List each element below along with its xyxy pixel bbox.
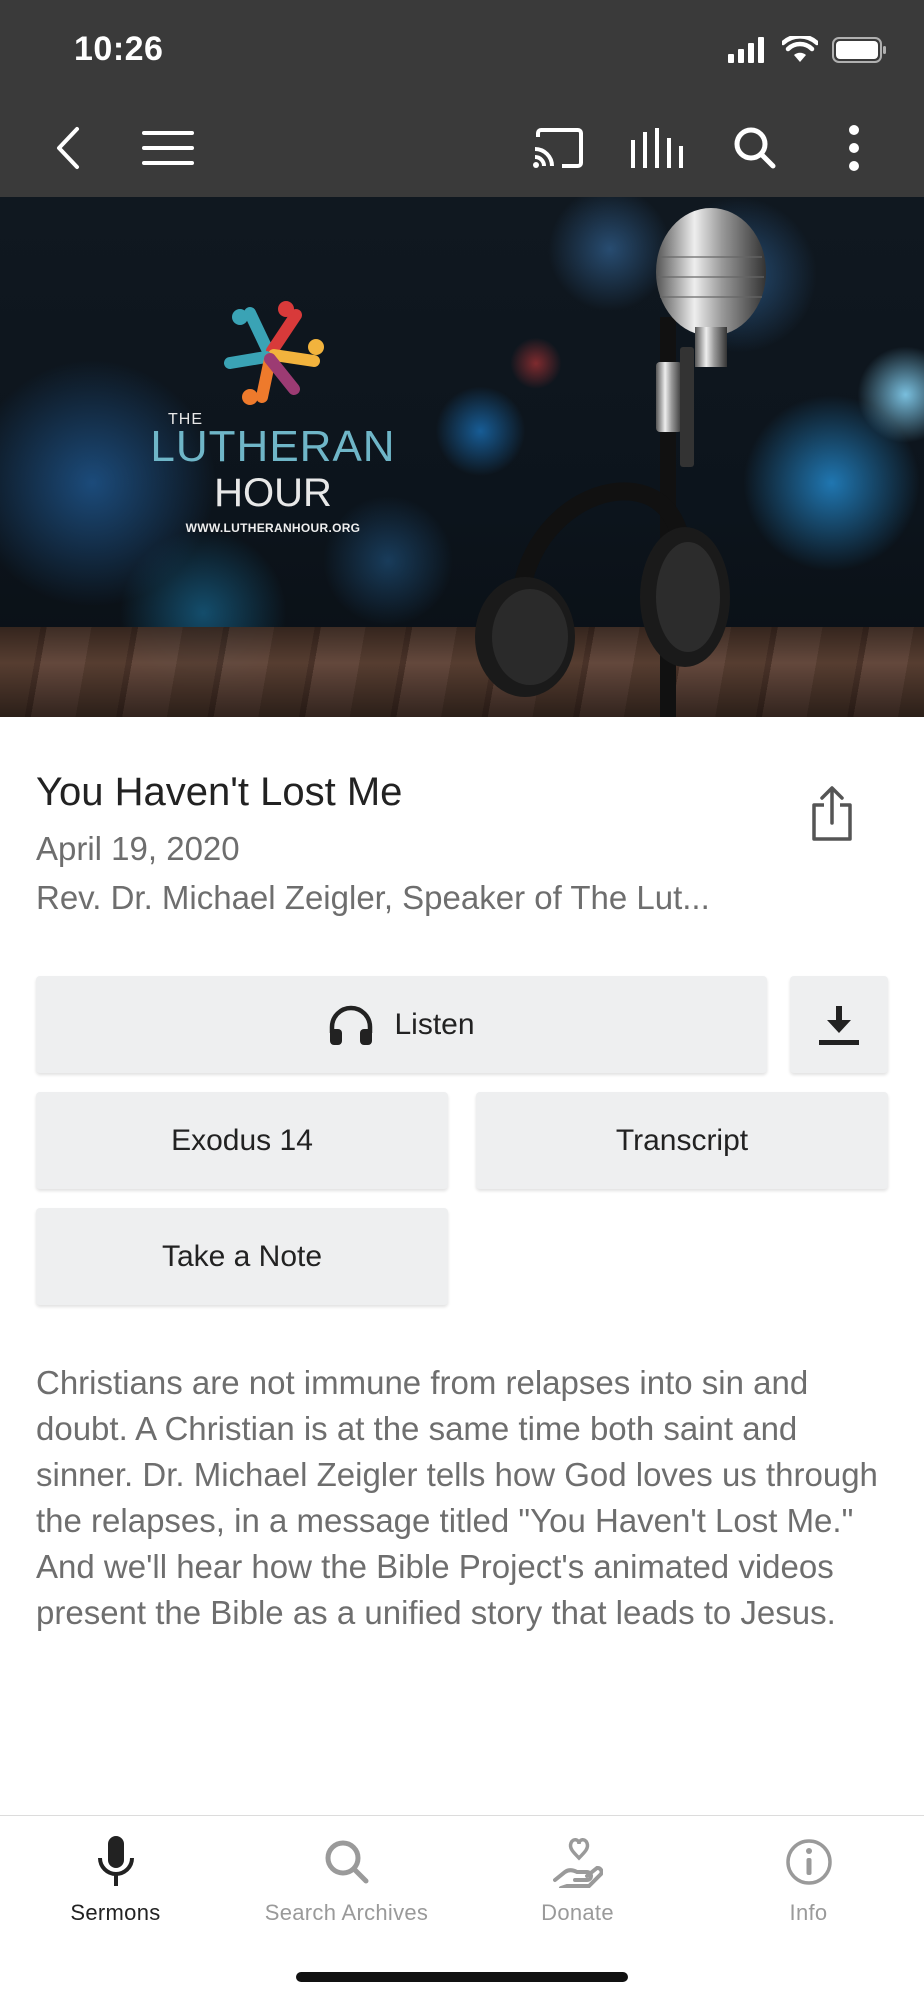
take-a-note-button[interactable]: Take a Note [36, 1208, 448, 1305]
share-icon [812, 786, 852, 841]
scripture-button[interactable]: Exodus 14 [36, 1092, 448, 1189]
status-bar: 10:26 [0, 0, 924, 100]
tab-search-archives[interactable]: Search Archives [231, 1834, 462, 1944]
back-button[interactable] [40, 120, 96, 176]
cellular-signal-icon [728, 37, 764, 63]
search-button[interactable] [727, 120, 783, 176]
download-button[interactable] [790, 976, 888, 1073]
top-toolbar [0, 100, 924, 197]
sermon-date: April 19, 2020 [36, 830, 240, 867]
tab-donate[interactable]: Donate [462, 1834, 693, 1944]
tab-search-archives-label: Search Archives [264, 1900, 429, 1925]
microphone-headphones-illustration [475, 208, 766, 717]
search-icon [325, 1840, 368, 1884]
menu-button[interactable] [140, 120, 196, 176]
tab-sermons[interactable]: Sermons [0, 1834, 231, 1944]
home-indicator[interactable] [296, 1972, 628, 1982]
headphones-icon [330, 1005, 373, 1045]
sermon-title: You Haven't Lost Me [36, 770, 403, 814]
sermon-artwork: THE LUTHERAN HOUR WWW.LUTHERANHOUR.ORG [0, 197, 924, 717]
share-button[interactable] [800, 778, 864, 850]
listen-button[interactable]: Listen [36, 976, 767, 1073]
battery-icon [832, 37, 886, 63]
tab-sermons-label: Sermons [70, 1900, 161, 1925]
search-icon [734, 127, 776, 169]
cross-people-logo-icon [224, 301, 324, 405]
scripture-label: Exodus 14 [171, 1123, 313, 1157]
info-icon [785, 1839, 832, 1885]
logo-url-text: WWW.LUTHERANHOUR.ORG [185, 521, 361, 535]
now-playing-button[interactable] [629, 120, 685, 176]
tab-donate-label: Donate [541, 1900, 614, 1925]
microphone-icon [97, 1836, 134, 1886]
listen-label: Listen [394, 1007, 475, 1041]
download-icon [819, 1005, 859, 1045]
logo-lutheran-text: LUTHERAN [150, 422, 396, 471]
sermon-speaker: Rev. Dr. Michael Zeigler, Speaker of The… [36, 879, 710, 916]
chevron-left-icon [57, 127, 79, 169]
sermon-description: Christians are not immune from relapses … [36, 1364, 878, 1631]
transcript-button[interactable]: Transcript [476, 1092, 888, 1189]
audio-bars-icon [631, 128, 683, 168]
tab-info[interactable]: Info [693, 1834, 924, 1944]
status-time: 10:26 [74, 30, 164, 68]
more-vertical-icon [849, 125, 859, 171]
logo-hour-text: HOUR [214, 471, 332, 515]
transcript-label: Transcript [615, 1123, 749, 1157]
tab-info-label: Info [789, 1900, 828, 1925]
cast-button[interactable] [530, 120, 586, 176]
take-a-note-label: Take a Note [161, 1239, 323, 1273]
cast-icon [533, 128, 583, 168]
wifi-icon [782, 36, 818, 62]
donate-hand-heart-icon [552, 1838, 603, 1888]
status-icons [728, 36, 888, 64]
hamburger-menu-icon [142, 131, 194, 165]
more-options-button[interactable] [826, 120, 882, 176]
